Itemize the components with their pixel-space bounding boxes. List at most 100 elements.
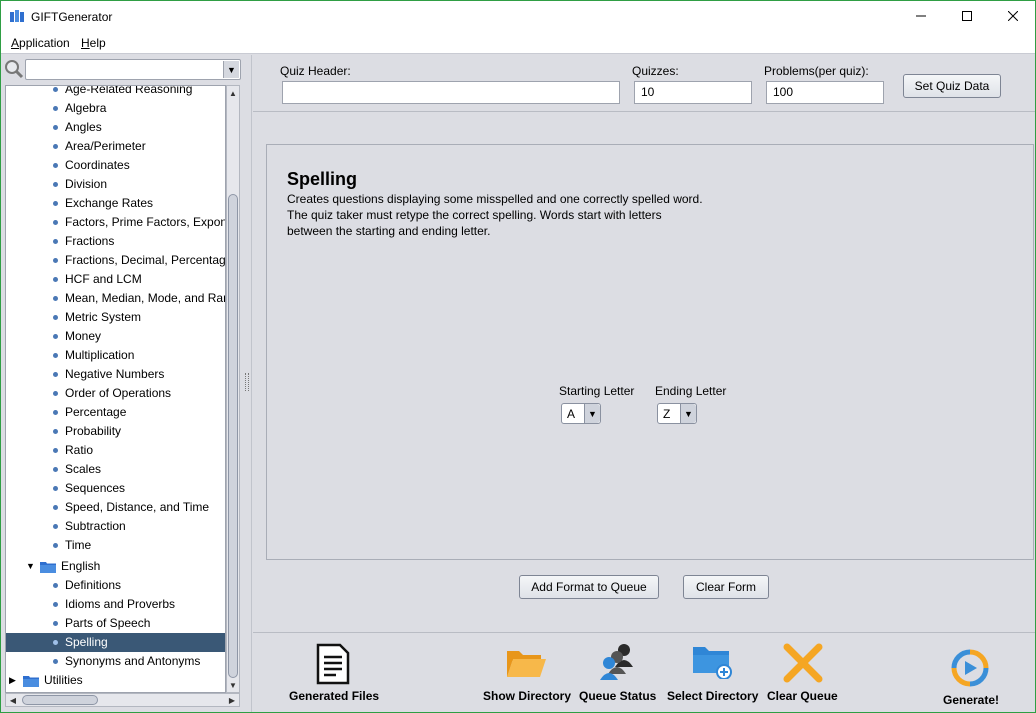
tree-item-label: Multiplication	[65, 348, 135, 362]
leaf-bullet-icon	[53, 640, 58, 645]
quiz-settings-form: Quiz Header: Quizzes: 10 Problems(per qu…	[253, 55, 1035, 112]
chevron-down-icon[interactable]: ▼	[680, 404, 696, 423]
tree-item[interactable]: Fractions, Decimal, Percentag	[6, 251, 225, 270]
scroll-left-icon[interactable]: ◀	[6, 694, 20, 706]
chevron-down-icon[interactable]: ▼	[584, 404, 600, 423]
tree-item[interactable]: Parts of Speech	[6, 614, 225, 633]
tree-item[interactable]: Multiplication	[6, 346, 225, 365]
tree-item[interactable]: Metric System	[6, 308, 225, 327]
tree-item[interactable]: Speed, Distance, and Time	[6, 498, 225, 517]
queue-status-button[interactable]: Queue Status	[577, 633, 661, 712]
expand-down-icon[interactable]: ▼	[26, 557, 35, 576]
tree-item[interactable]: Fractions	[6, 232, 225, 251]
tree-item[interactable]: Definitions	[6, 576, 225, 595]
clear-form-button[interactable]: Clear Form	[683, 575, 769, 599]
tree-item[interactable]: Scales	[6, 460, 225, 479]
tree-item[interactable]: Coordinates	[6, 156, 225, 175]
tree-item[interactable]: Negative Numbers	[6, 365, 225, 384]
tree-item[interactable]: Age-Related Reasoning	[6, 86, 225, 99]
scroll-thumb-horizontal[interactable]	[22, 695, 98, 705]
leaf-bullet-icon	[53, 583, 58, 588]
quizzes-label: Quizzes:	[632, 64, 679, 78]
tree-item[interactable]: Money	[6, 327, 225, 346]
format-description: Creates questions displaying some misspe…	[287, 192, 703, 238]
tree-folder-english[interactable]: ▼ English	[6, 557, 225, 576]
tree-item[interactable]: HCF and LCM	[6, 270, 225, 289]
tree-item-label: Speed, Distance, and Time	[65, 500, 210, 514]
scroll-down-icon[interactable]: ▼	[227, 678, 239, 692]
clear-queue-button[interactable]: Clear Queue	[765, 633, 845, 712]
tree-item[interactable]: Area/Perimeter	[6, 137, 225, 156]
tree-vertical-scrollbar[interactable]: ▲ ▼	[226, 85, 240, 693]
folder-icon	[40, 562, 56, 573]
menu-application[interactable]: Application	[11, 36, 70, 50]
tree-item-label: Scales	[65, 462, 102, 476]
scroll-thumb[interactable]	[228, 194, 238, 678]
panel-splitter[interactable]	[243, 55, 252, 712]
ending-letter-label: Ending Letter	[655, 384, 727, 398]
problems-input[interactable]: 100	[766, 81, 884, 104]
leaf-bullet-icon	[53, 296, 58, 301]
leaf-bullet-icon	[53, 163, 58, 168]
tree-item-label: Synonyms and Antonyms	[65, 654, 201, 668]
splitter-grip-icon[interactable]	[245, 373, 249, 391]
leaf-bullet-icon	[53, 277, 58, 282]
tree-item[interactable]: Sequences	[6, 479, 225, 498]
maximize-icon	[962, 11, 972, 21]
quiz-header-input[interactable]	[282, 81, 620, 104]
tree-item-label: Factors, Prime Factors, Expon	[65, 215, 226, 229]
scroll-up-icon[interactable]: ▲	[227, 86, 239, 100]
tree-item[interactable]: Idioms and Proverbs	[6, 595, 225, 614]
tree-item[interactable]: Percentage	[6, 403, 225, 422]
tree-item-label: Exchange Rates	[65, 196, 154, 210]
tree-item[interactable]: Time	[6, 536, 225, 555]
chevron-down-icon[interactable]: ▼	[223, 61, 239, 78]
leaf-bullet-icon	[53, 201, 58, 206]
ending-letter-select[interactable]: Z ▼	[657, 403, 697, 424]
users-icon	[600, 644, 633, 680]
scroll-right-icon[interactable]: ▶	[225, 694, 239, 706]
minimize-button[interactable]	[898, 1, 944, 31]
tree-item[interactable]: Algebra	[6, 99, 225, 118]
leaf-bullet-icon	[53, 182, 58, 187]
tree-item[interactable]: Synonyms and Antonyms	[6, 652, 225, 671]
tree-item-selected[interactable]: Spelling	[6, 633, 225, 652]
tree-item[interactable]: Division	[6, 175, 225, 194]
show-directory-button[interactable]: Show Directory	[481, 633, 571, 712]
tree-item[interactable]: Ratio	[6, 441, 225, 460]
menu-bar: Application Help	[1, 33, 1035, 54]
tree-horizontal-scrollbar[interactable]: ◀ ▶	[5, 693, 240, 707]
close-icon	[1008, 11, 1018, 21]
maximize-button[interactable]	[944, 1, 990, 31]
tree-folder-utilities[interactable]: ▶ Utilities	[6, 671, 225, 690]
generated-files-button[interactable]: Generated Files	[283, 633, 383, 712]
tree-item[interactable]: Subtraction	[6, 517, 225, 536]
tree-item[interactable]: Mean, Median, Mode, and Ran	[6, 289, 225, 308]
search-combo[interactable]: ▼	[25, 59, 241, 80]
category-tree[interactable]: Age-Related Reasoning Algebra Angles Area/P…	[5, 85, 226, 693]
tree-item-label: Idioms and Proverbs	[65, 597, 176, 611]
open-folder-icon	[507, 651, 546, 677]
expand-right-icon[interactable]: ▶	[9, 671, 16, 690]
tree-item-label: Angles	[65, 120, 102, 134]
starting-letter-select[interactable]: A ▼	[561, 403, 601, 424]
tree-item[interactable]: Order of Operations	[6, 384, 225, 403]
menu-help[interactable]: Help	[81, 36, 106, 50]
leaf-bullet-icon	[53, 239, 58, 244]
set-quiz-data-button[interactable]: Set Quiz Data	[903, 74, 1001, 98]
tree-item[interactable]: Exchange Rates	[6, 194, 225, 213]
add-format-to-queue-button[interactable]: Add Format to Queue	[519, 575, 659, 599]
select-directory-button[interactable]: Select Directory	[665, 633, 761, 712]
quizzes-input[interactable]: 10	[634, 81, 752, 104]
tree-item[interactable]: Angles	[6, 118, 225, 137]
tree-item[interactable]: Probability	[6, 422, 225, 441]
leaf-bullet-icon	[53, 144, 58, 149]
tree-item-label: Money	[65, 329, 102, 343]
leaf-bullet-icon	[53, 106, 58, 111]
close-button[interactable]	[990, 1, 1035, 31]
leaf-bullet-icon	[53, 659, 58, 664]
leaf-bullet-icon	[53, 353, 58, 358]
leaf-bullet-icon	[53, 391, 58, 396]
tree-item[interactable]: Factors, Prime Factors, Expon	[6, 213, 226, 232]
generate-button[interactable]: Generate!	[939, 633, 1011, 712]
